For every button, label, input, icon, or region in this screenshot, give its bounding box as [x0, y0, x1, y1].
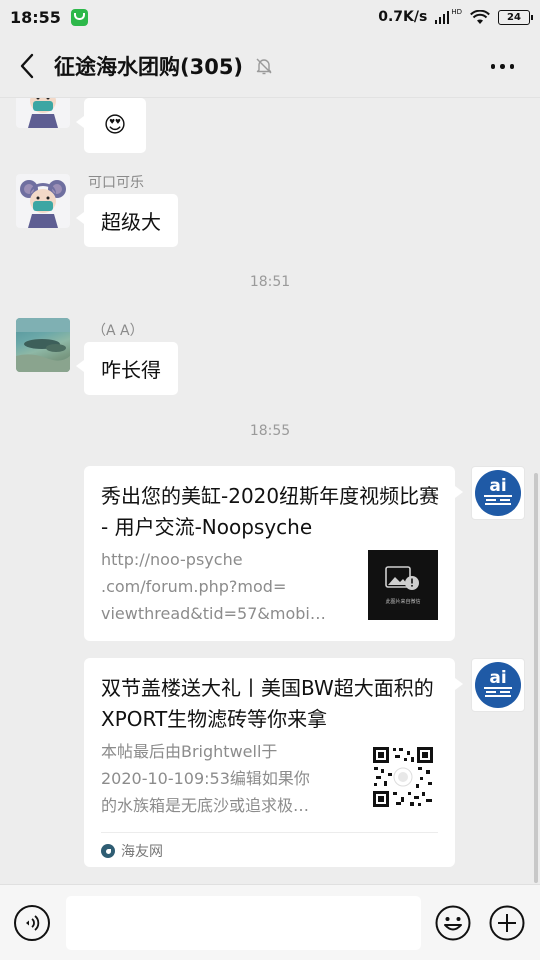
emoji-button[interactable]	[435, 905, 471, 941]
message-bubble-emoji[interactable]: 😍	[76, 98, 146, 153]
mute-bell-icon	[255, 57, 273, 75]
plus-icon	[489, 905, 525, 941]
link-card[interactable]: 双节盖楼送大礼丨美国BW超大面积的XPORT生物滤砖等你来拿 本帖最后由Brig…	[84, 658, 463, 867]
more-functions-button[interactable]	[489, 905, 525, 941]
link-thumbnail: 此图片来自微信	[368, 550, 438, 620]
voice-wave-icon	[26, 915, 40, 931]
link-card-title: 秀出您的美缸-2020纽斯年度视频比赛 - 用户交流-Noopsyche	[101, 484, 440, 539]
link-card[interactable]: 秀出您的美缸-2020纽斯年度视频比赛 - 用户交流-Noopsyche htt…	[84, 466, 463, 641]
thumbnail-caption: 此图片来自微信	[385, 598, 421, 605]
message-list[interactable]: 😍 可口可乐 超级大 18:51 （A A） 咋长得 18:55 秀出您的美缸-…	[0, 98, 540, 884]
message-text: 咋长得	[101, 358, 161, 382]
chat-title: 征途海水团购(305)	[54, 54, 244, 79]
more-options-icon[interactable]	[490, 64, 514, 69]
smiley-icon	[435, 905, 471, 941]
ai-logo-icon: ai	[475, 662, 521, 708]
chat-timestamp: 18:51	[249, 274, 291, 290]
qr-code-icon	[373, 747, 433, 807]
link-card-desc-line: viewthread&tid=57&mobi…	[101, 604, 326, 623]
sender-avatar[interactable]	[16, 98, 70, 128]
voice-input-button[interactable]	[14, 905, 50, 941]
sender-avatar[interactable]	[16, 318, 70, 372]
status-bar: 18:55 0.7K/s HD 24	[0, 0, 540, 34]
card-divider	[101, 832, 438, 833]
battery-level: 24	[507, 11, 521, 23]
sender-avatar[interactable]: ai	[471, 466, 525, 520]
image-unavailable-icon	[385, 565, 419, 590]
chat-timestamp: 18:55	[249, 423, 291, 439]
wifi-icon	[470, 9, 490, 25]
qr-code-thumbnail	[368, 742, 438, 812]
source-name: 海友网	[121, 844, 163, 860]
notification-app-icon	[70, 8, 88, 26]
link-card-desc-line: .com/forum.php?mod=	[101, 577, 287, 596]
link-card-desc-line: 本帖最后由Brightwell于	[101, 742, 278, 761]
sender-name: 可口可乐	[88, 175, 144, 191]
input-bar	[0, 884, 540, 960]
link-card-desc-line: http://noo-psyche	[101, 550, 243, 569]
ai-logo-icon: ai	[475, 470, 521, 516]
back-arrow-icon[interactable]	[2, 34, 52, 98]
sender-avatar[interactable]: ai	[471, 658, 525, 712]
message-input[interactable]	[66, 896, 421, 950]
link-card-desc-line: 2020-10-109:53编辑如果你	[101, 769, 310, 788]
source-logo-icon	[101, 844, 115, 858]
cellular-signal-icon	[435, 10, 450, 24]
scrollbar[interactable]	[534, 473, 538, 883]
link-card-source: 海友网	[101, 841, 163, 861]
sender-avatar[interactable]	[16, 174, 70, 228]
link-card-title: 双节盖楼送大礼丨美国BW超大面积的XPORT生物滤砖等你来拿	[101, 676, 434, 731]
battery-icon: 24	[498, 9, 533, 25]
network-speed: 0.7K/s	[378, 9, 428, 25]
message-emoji: 😍	[103, 113, 127, 138]
chat-header: 征途海水团购(305)	[0, 34, 540, 98]
message-bubble[interactable]: 咋长得	[76, 342, 178, 395]
svg-text:ai: ai	[489, 668, 506, 688]
message-text: 超级大	[101, 210, 161, 234]
hd-badge: HD	[451, 7, 462, 16]
svg-text:ai: ai	[489, 476, 506, 496]
link-card-desc-line: 的水族箱是无底沙或追求极…	[101, 796, 310, 815]
sender-name: （A A）	[92, 323, 144, 339]
status-time: 18:55	[10, 7, 61, 27]
message-bubble[interactable]: 超级大	[76, 194, 178, 247]
